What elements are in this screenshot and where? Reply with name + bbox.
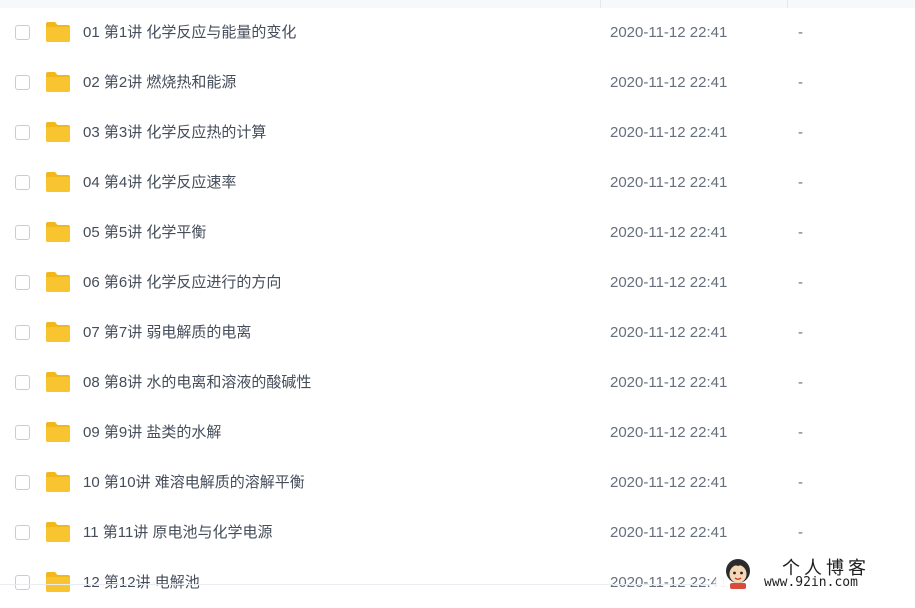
file-name[interactable]: 05 第5讲 化学平衡 [83,208,206,258]
file-size: - [798,124,803,141]
modified-date: 2020-11-12 22:41 [610,574,728,591]
file-name[interactable]: 04 第4讲 化学反应速率 [83,158,236,208]
table-row[interactable]: 08 第8讲 水的电离和溶液的酸碱性 2020-11-12 22:41 - [0,358,915,408]
file-size: - [798,224,803,241]
file-list: 01 第1讲 化学反应与能量的变化 2020-11-12 22:41 - 02 … [0,8,915,608]
watermark: 个人博客 www.92in.com [716,552,915,596]
folder-icon[interactable] [45,71,71,93]
file-size: - [798,524,803,541]
checkbox-icon[interactable] [15,225,30,240]
file-name[interactable]: 12 第12讲 电解池 [83,558,200,608]
list-header-bar [0,0,915,8]
modified-date: 2020-11-12 22:41 [610,124,728,141]
table-row[interactable]: 01 第1讲 化学反应与能量的变化 2020-11-12 22:41 - [0,8,915,58]
table-row[interactable]: 02 第2讲 燃烧热和能源 2020-11-12 22:41 - [0,58,915,108]
file-name[interactable]: 10 第10讲 难溶电解质的溶解平衡 [83,458,305,508]
watermark-url: www.92in.com [764,575,858,590]
checkbox-icon[interactable] [15,325,30,340]
file-name[interactable]: 03 第3讲 化学反应热的计算 [83,108,266,158]
folder-icon[interactable] [45,371,71,393]
column-divider[interactable] [787,0,788,8]
checkbox-icon[interactable] [15,475,30,490]
file-size: - [798,424,803,441]
table-row[interactable]: 06 第6讲 化学反应进行的方向 2020-11-12 22:41 - [0,258,915,308]
folder-icon[interactable] [45,271,71,293]
checkbox-icon[interactable] [15,575,30,590]
modified-date: 2020-11-12 22:41 [610,424,728,441]
modified-date: 2020-11-12 22:41 [610,374,728,391]
folder-icon[interactable] [45,171,71,193]
file-size: - [798,474,803,491]
folder-icon[interactable] [45,221,71,243]
file-name[interactable]: 11 第11讲 原电池与化学电源 [83,508,272,558]
checkbox-icon[interactable] [15,125,30,140]
folder-icon[interactable] [45,571,71,593]
modified-date: 2020-11-12 22:41 [610,74,728,91]
table-row[interactable]: 04 第4讲 化学反应速率 2020-11-12 22:41 - [0,158,915,208]
file-name[interactable]: 09 第9讲 盐类的水解 [83,408,221,458]
modified-date: 2020-11-12 22:41 [610,274,728,291]
file-name[interactable]: 08 第8讲 水的电离和溶液的酸碱性 [83,358,311,408]
table-row[interactable]: 11 第11讲 原电池与化学电源 2020-11-12 22:41 - [0,508,915,558]
file-name[interactable]: 02 第2讲 燃烧热和能源 [83,58,236,108]
modified-date: 2020-11-12 22:41 [610,174,728,191]
folder-icon[interactable] [45,121,71,143]
folder-icon[interactable] [45,521,71,543]
folder-icon[interactable] [45,421,71,443]
file-name[interactable]: 06 第6讲 化学反应进行的方向 [83,258,281,308]
folder-icon[interactable] [45,321,71,343]
file-name[interactable]: 01 第1讲 化学反应与能量的变化 [83,8,296,58]
file-name[interactable]: 07 第7讲 弱电解质的电离 [83,308,251,358]
modified-date: 2020-11-12 22:41 [610,474,728,491]
file-size: - [798,24,803,41]
modified-date: 2020-11-12 22:41 [610,324,728,341]
folder-icon[interactable] [45,21,71,43]
file-size: - [798,374,803,391]
checkbox-icon[interactable] [15,25,30,40]
checkbox-icon[interactable] [15,75,30,90]
checkbox-icon[interactable] [15,175,30,190]
checkbox-icon[interactable] [15,425,30,440]
checkbox-icon[interactable] [15,525,30,540]
file-size: - [798,324,803,341]
modified-date: 2020-11-12 22:41 [610,24,728,41]
checkbox-icon[interactable] [15,375,30,390]
file-size: - [798,74,803,91]
folder-icon[interactable] [45,471,71,493]
file-size: - [798,174,803,191]
table-row[interactable]: 03 第3讲 化学反应热的计算 2020-11-12 22:41 - [0,108,915,158]
modified-date: 2020-11-12 22:41 [610,524,728,541]
table-row[interactable]: 05 第5讲 化学平衡 2020-11-12 22:41 - [0,208,915,258]
column-divider[interactable] [600,0,601,8]
checkbox-icon[interactable] [15,275,30,290]
modified-date: 2020-11-12 22:41 [610,224,728,241]
table-row[interactable]: 10 第10讲 难溶电解质的溶解平衡 2020-11-12 22:41 - [0,458,915,508]
table-row[interactable]: 09 第9讲 盐类的水解 2020-11-12 22:41 - [0,408,915,458]
file-size: - [798,274,803,291]
cartoon-avatar-logo [726,559,750,589]
table-row[interactable]: 07 第7讲 弱电解质的电离 2020-11-12 22:41 - [0,308,915,358]
